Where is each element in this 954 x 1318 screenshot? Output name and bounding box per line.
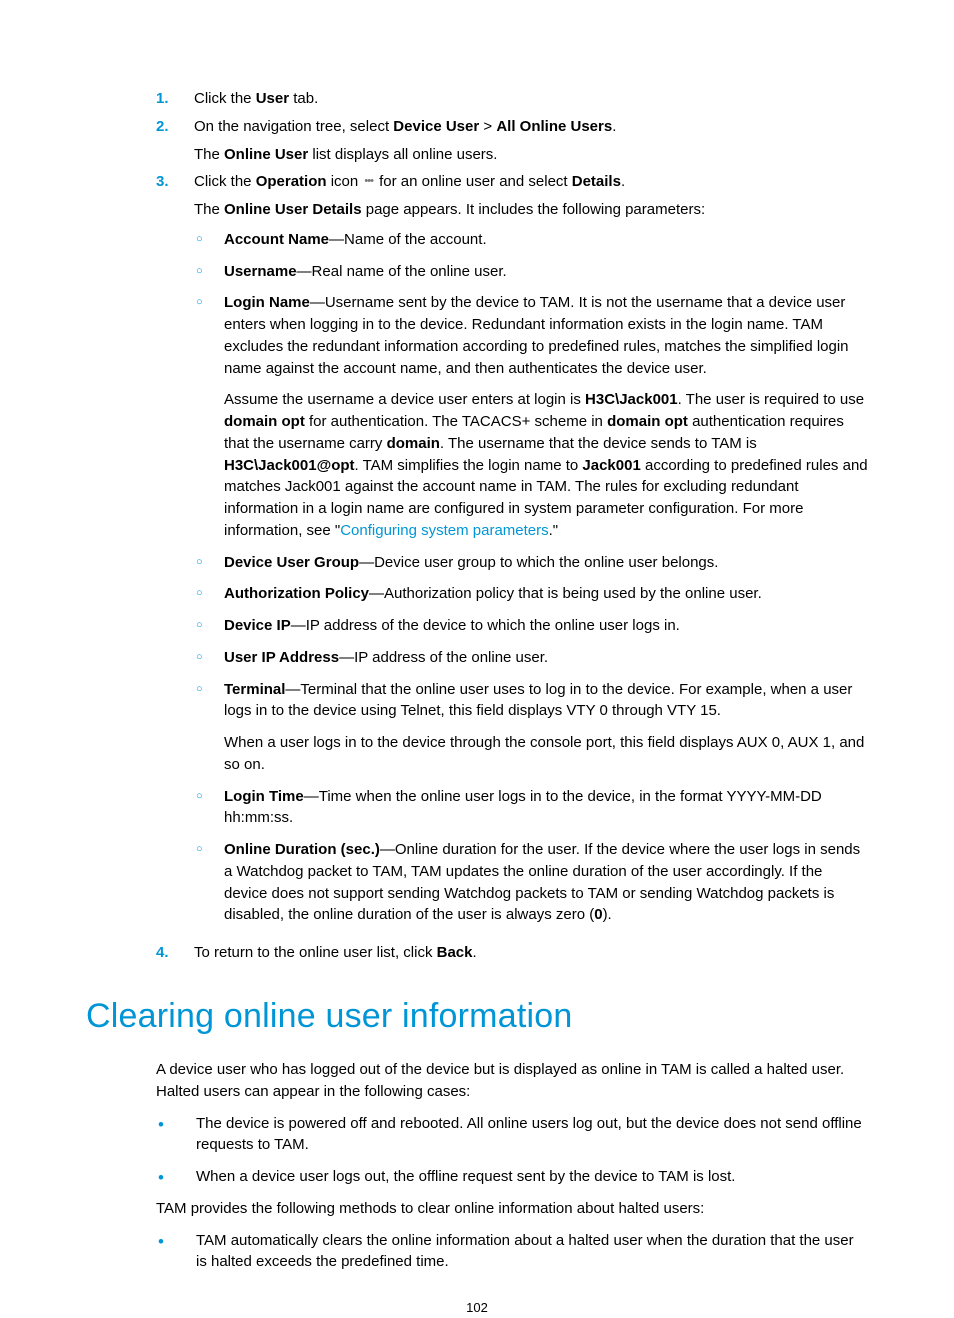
circle-bullet-icon: ○ — [194, 261, 224, 283]
step-number: 2. — [156, 116, 169, 166]
circle-bullet-icon: ○ — [194, 229, 224, 251]
step-number: 4. — [156, 942, 169, 964]
bullet-icon: • — [156, 1113, 196, 1157]
page-number: 102 — [86, 1299, 868, 1318]
circle-bullet-icon: ○ — [194, 583, 224, 605]
param-login-name-example: Assume the username a device user enters… — [224, 389, 868, 541]
step-text: Click the Operation icon ••• for an onli… — [194, 173, 625, 190]
param-device-ip: ○Device IP—IP address of the device to w… — [194, 615, 868, 637]
circle-bullet-icon: ○ — [194, 615, 224, 637]
param-user-ip-address: ○User IP Address—IP address of the onlin… — [194, 647, 868, 669]
circle-bullet-icon: ○ — [194, 292, 224, 541]
step-text: To return to the online user list, click… — [194, 944, 477, 961]
section-heading-clearing-online-user-info: Clearing online user information — [86, 992, 868, 1041]
circle-bullet-icon: ○ — [194, 786, 224, 830]
circle-bullet-icon: ○ — [194, 839, 224, 926]
step-number: 1. — [156, 88, 169, 110]
bullet-icon: • — [156, 1166, 196, 1188]
step-4: 4. To return to the online user list, cl… — [86, 942, 868, 964]
step-subtext: The Online User list displays all online… — [194, 144, 868, 166]
clearing-intro: A device user who has logged out of the … — [156, 1059, 868, 1103]
ellipsis-icon: ••• — [362, 174, 375, 190]
param-username: ○Username—Real name of the online user. — [194, 261, 868, 283]
step-text: On the navigation tree, select Device Us… — [194, 118, 616, 135]
step-subtext: The Online User Details page appears. It… — [194, 199, 868, 221]
clearing-methods-intro: TAM provides the following methods to cl… — [156, 1198, 868, 1220]
param-terminal-note: When a user logs in to the device throug… — [224, 732, 868, 776]
step-1: 1. Click the User tab. — [86, 88, 868, 110]
numbered-steps: 1. Click the User tab. 2. On the navigat… — [86, 88, 868, 964]
param-online-duration: ○Online Duration (sec.)—Online duration … — [194, 839, 868, 926]
bullet-icon: • — [156, 1230, 196, 1274]
param-account-name: ○Account Name—Name of the account. — [194, 229, 868, 251]
step-text: Click the User tab. — [194, 90, 318, 107]
step-3: 3. Click the Operation icon ••• for an o… — [86, 171, 868, 936]
configuring-system-parameters-link[interactable]: Configuring system parameters — [340, 522, 548, 539]
clearing-methods-list: •TAM automatically clears the online inf… — [156, 1230, 868, 1274]
circle-bullet-icon: ○ — [194, 679, 224, 776]
step-2: 2. On the navigation tree, select Device… — [86, 116, 868, 166]
param-authorization-policy: ○Authorization Policy—Authorization poli… — [194, 583, 868, 605]
param-login-time: ○Login Time—Time when the online user lo… — [194, 786, 868, 830]
circle-bullet-icon: ○ — [194, 647, 224, 669]
step-number: 3. — [156, 171, 169, 936]
parameter-list: ○Account Name—Name of the account. ○User… — [194, 229, 868, 926]
param-terminal: ○ Terminal—Terminal that the online user… — [194, 679, 868, 776]
list-item: •TAM automatically clears the online inf… — [156, 1230, 868, 1274]
param-device-user-group: ○Device User Group—Device user group to … — [194, 552, 868, 574]
halted-cases-list: •The device is powered off and rebooted.… — [156, 1113, 868, 1188]
param-login-name: ○ Login Name—Username sent by the device… — [194, 292, 868, 541]
list-item: •The device is powered off and rebooted.… — [156, 1113, 868, 1157]
circle-bullet-icon: ○ — [194, 552, 224, 574]
list-item: •When a device user logs out, the offlin… — [156, 1166, 868, 1188]
